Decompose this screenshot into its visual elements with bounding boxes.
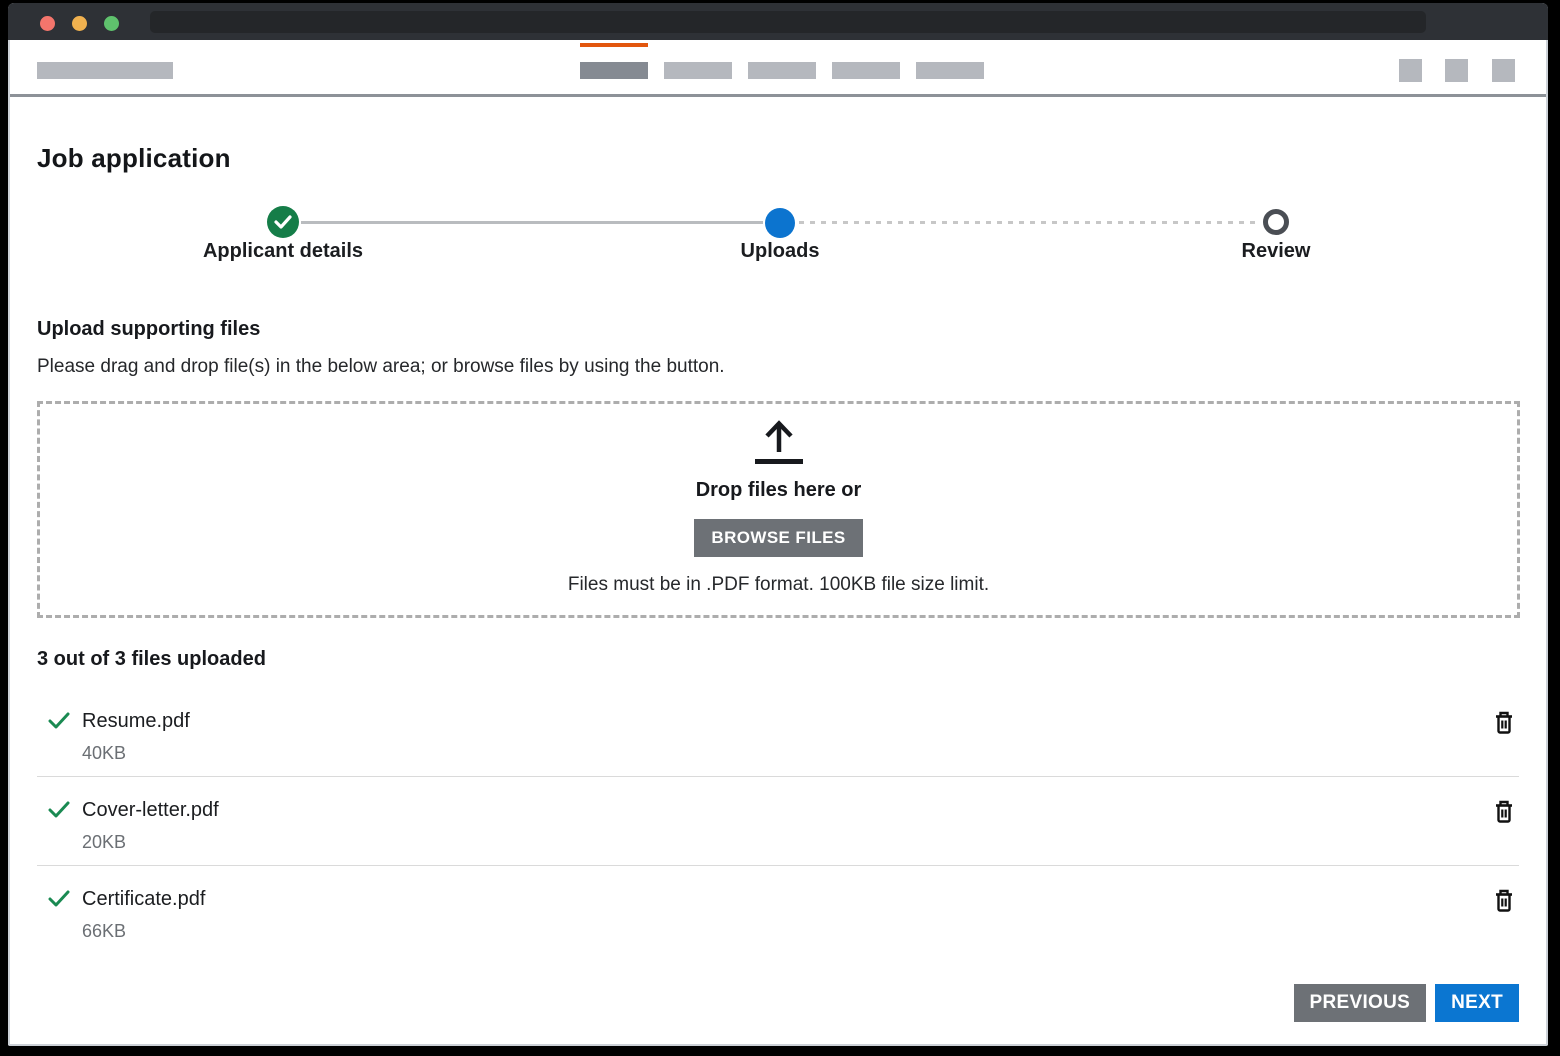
browser-window: Job application Applicant details Upload… <box>8 3 1548 1046</box>
step-label-applicant-details[interactable]: Applicant details <box>203 240 363 263</box>
upload-section-description: Please drag and drop file(s) in the belo… <box>37 354 1546 379</box>
uploaded-file-list: Resume.pdf 40KB <box>37 688 1519 954</box>
wizard-footer: PREVIOUS NEXT <box>10 984 1519 1022</box>
file-size: 40KB <box>82 742 1493 764</box>
step-active-dot[interactable] <box>765 208 795 238</box>
check-icon <box>274 215 292 229</box>
drop-files-text: Drop files here or <box>696 479 862 502</box>
upload-icon <box>750 418 808 466</box>
file-size: 20KB <box>82 831 1493 853</box>
file-dropzone[interactable]: Drop files here or BROWSE FILES Files mu… <box>37 401 1520 618</box>
file-info: Certificate.pdf 66KB <box>82 887 1493 942</box>
previous-button[interactable]: PREVIOUS <box>1294 984 1427 1022</box>
step-upcoming-ring[interactable] <box>1263 209 1289 235</box>
step-label-review[interactable]: Review <box>1242 240 1311 263</box>
next-button[interactable]: NEXT <box>1435 984 1519 1022</box>
page-title: Job application <box>37 141 1546 175</box>
active-tab-indicator <box>580 43 648 47</box>
file-name: Resume.pdf <box>82 709 1493 733</box>
minimize-window-button[interactable] <box>72 16 87 31</box>
main-content: Job application Applicant details Upload… <box>10 141 1546 1022</box>
nav-action-placeholder[interactable] <box>1399 59 1422 82</box>
address-bar[interactable] <box>150 11 1426 33</box>
files-uploaded-summary: 3 out of 3 files uploaded <box>37 646 1546 672</box>
stepper-connector-complete <box>301 221 763 224</box>
file-info: Cover-letter.pdf 20KB <box>82 798 1493 853</box>
delete-file-button[interactable] <box>1493 889 1515 916</box>
trash-icon <box>1493 889 1515 913</box>
trash-icon <box>1493 800 1515 824</box>
nav-item-placeholder[interactable] <box>664 62 732 79</box>
window-titlebar <box>8 3 1548 40</box>
upload-section-heading: Upload supporting files <box>37 316 1546 342</box>
file-name: Certificate.pdf <box>82 887 1493 911</box>
file-row-cover-letter: Cover-letter.pdf 20KB <box>37 777 1519 866</box>
file-row-resume: Resume.pdf 40KB <box>37 688 1519 777</box>
close-window-button[interactable] <box>40 16 55 31</box>
nav-item-placeholder-active[interactable] <box>580 62 648 79</box>
nav-action-placeholder[interactable] <box>1492 59 1515 82</box>
nav-item-placeholder[interactable] <box>832 62 900 79</box>
file-success-check-icon <box>48 801 70 819</box>
logo-placeholder <box>37 62 173 79</box>
zoom-window-button[interactable] <box>104 16 119 31</box>
trash-icon <box>1493 711 1515 735</box>
file-row-certificate: Certificate.pdf 66KB <box>37 866 1519 954</box>
stepper-connector-upcoming <box>799 221 1257 224</box>
site-navbar <box>10 40 1546 97</box>
delete-file-button[interactable] <box>1493 800 1515 827</box>
file-success-check-icon <box>48 712 70 730</box>
file-format-note: Files must be in .PDF format. 100KB file… <box>568 574 989 596</box>
nav-action-placeholder[interactable] <box>1445 59 1468 82</box>
nav-item-placeholder[interactable] <box>916 62 984 79</box>
progress-stepper: Applicant details Uploads Review <box>10 185 1546 277</box>
step-complete-icon[interactable] <box>267 206 299 238</box>
file-info: Resume.pdf 40KB <box>82 709 1493 764</box>
nav-item-placeholder[interactable] <box>748 62 816 79</box>
step-label-uploads[interactable]: Uploads <box>741 240 820 263</box>
file-success-check-icon <box>48 890 70 908</box>
file-name: Cover-letter.pdf <box>82 798 1493 822</box>
delete-file-button[interactable] <box>1493 711 1515 738</box>
browse-files-button[interactable]: BROWSE FILES <box>694 519 862 557</box>
file-size: 66KB <box>82 920 1493 942</box>
